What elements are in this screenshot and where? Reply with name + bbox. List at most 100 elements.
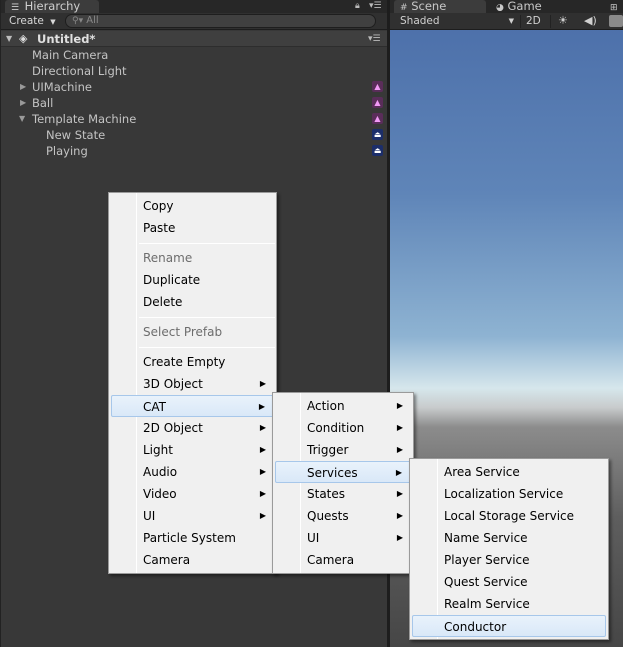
menu-item-duplicate[interactable]: Duplicate (111, 269, 274, 291)
tree-item-label: UIMachine (32, 80, 92, 94)
menu-item-label: Conductor (444, 620, 507, 634)
tab-hierarchy-label: Hierarchy (24, 0, 81, 13)
hierarchy-search-input[interactable]: ⚲▾ All (65, 14, 376, 28)
menu-item-quest-service[interactable]: Quest Service (412, 571, 606, 593)
menu-item-label: Action (307, 399, 345, 413)
effects-toggle-icon[interactable] (609, 15, 623, 27)
submenu-arrow-icon: ▶ (396, 489, 403, 498)
shading-mode-dropdown[interactable]: Shaded ▼ (400, 13, 516, 29)
menu-item-localization-service[interactable]: Localization Service (412, 483, 606, 505)
submenu-arrow-icon: ▶ (396, 445, 403, 454)
create-dropdown-button[interactable]: Create ▼ (9, 14, 59, 29)
menu-item-ui[interactable]: UI ▶ (275, 527, 411, 549)
menu-item-paste[interactable]: Paste (111, 217, 274, 239)
menu-item-label: Delete (143, 295, 183, 309)
menu-item-audio[interactable]: Audio ▶ (111, 461, 274, 483)
submenu-arrow-icon: ▶ (396, 423, 403, 432)
menu-item-ui[interactable]: UI ▶ (111, 505, 274, 527)
menu-item-player-service[interactable]: Player Service (412, 549, 606, 571)
menu-item-name-service[interactable]: Name Service (412, 527, 606, 549)
menu-item-video[interactable]: Video ▶ (111, 483, 274, 505)
dropdown-arrow-icon: ▼ (50, 18, 56, 26)
expanded-arrow-icon[interactable]: ▼ (19, 111, 25, 127)
state-machine-icon: ▲ (372, 81, 383, 92)
toggle-2d-label: 2D (526, 15, 541, 27)
menu-item-label: Light (143, 443, 173, 457)
panel-menu-icon[interactable]: ▾☰ (369, 0, 382, 12)
menu-item-quests[interactable]: Quests ▶ (275, 505, 411, 527)
menu-item-3d-object[interactable]: 3D Object ▶ (111, 373, 274, 395)
toggle-2d-button[interactable]: 2D (526, 13, 546, 29)
menu-item-create-empty[interactable]: Create Empty (111, 351, 274, 373)
state-icon: ⏏ (372, 145, 383, 156)
menu-item-conductor[interactable]: Conductor (412, 615, 606, 637)
menu-item-label: Quest Service (444, 575, 528, 589)
menu-item-label: Area Service (444, 465, 520, 479)
lighting-toggle-icon[interactable]: ☀ (558, 13, 568, 29)
menu-item-camera[interactable]: Camera (275, 549, 411, 571)
menu-item-label: Paste (143, 221, 176, 235)
tree-item-label: Template Machine (32, 112, 137, 126)
submenu-arrow-icon: ▶ (259, 511, 266, 520)
menu-item-label: Local Storage Service (444, 509, 575, 523)
menu-item-delete[interactable]: Delete (111, 291, 274, 313)
expand-arrow-icon[interactable]: ▼ (6, 31, 12, 47)
search-icon: ⚲▾ (72, 16, 84, 26)
tree-item-template-machine[interactable]: Template Machine (32, 111, 136, 127)
menu-item-label: Condition (307, 421, 365, 435)
menu-item-light[interactable]: Light ▶ (111, 439, 274, 461)
submenu-arrow-icon: ▶ (396, 511, 403, 520)
hierarchy-context-menu: Copy Paste Rename Duplicate Delete Selec… (108, 192, 277, 574)
submenu-arrow-icon: ▶ (259, 489, 266, 498)
dropdown-arrow-icon: ▼ (508, 17, 514, 25)
menu-item-services[interactable]: Services ▶ (275, 461, 411, 483)
menu-item-particle-system[interactable]: Particle System (111, 527, 274, 549)
tree-item-uimachine[interactable]: UIMachine (32, 79, 92, 95)
state-machine-icon: ▲ (372, 113, 383, 124)
cat-submenu: Action ▶ Condition ▶ Trigger ▶ Services ▶ St… (272, 392, 414, 574)
menu-item-realm-service[interactable]: Realm Service (412, 593, 606, 615)
menu-item-copy[interactable]: Copy (111, 195, 274, 217)
tree-item-new-state[interactable]: New State (46, 127, 105, 143)
tab-scene[interactable]: # Scene (394, 0, 486, 13)
unity-scene-icon: ◈ (19, 32, 28, 45)
menu-item-trigger[interactable]: Trigger ▶ (275, 439, 411, 461)
menu-item-label: Quests (307, 509, 349, 523)
menu-item-label: Duplicate (143, 273, 201, 287)
collapsed-arrow-icon[interactable]: ▶ (20, 95, 26, 111)
lock-icon[interactable]: 🔒︎ (355, 0, 360, 12)
tree-item-playing[interactable]: Playing (46, 143, 88, 159)
menu-item-label: 2D Object (143, 421, 203, 435)
menu-item-select-prefab: Select Prefab (111, 321, 274, 343)
menu-item-area-service[interactable]: Area Service (412, 461, 606, 483)
menu-item-2d-object[interactable]: 2D Object ▶ (111, 417, 274, 439)
scene-toolbar: Shaded ▼ 2D ☀ ◀) (390, 13, 623, 30)
menu-item-states[interactable]: States ▶ (275, 483, 411, 505)
collapsed-arrow-icon[interactable]: ▶ (20, 79, 26, 95)
tree-item-ball[interactable]: Ball (32, 95, 53, 111)
tree-item-main-camera[interactable]: Main Camera (32, 47, 108, 63)
menu-item-local-storage-service[interactable]: Local Storage Service (412, 505, 606, 527)
scene-options-icon[interactable]: ▾☰ (368, 31, 381, 47)
toolbar-separator (520, 15, 521, 28)
scene-name: Untitled* (37, 32, 96, 46)
submenu-arrow-icon: ▶ (259, 445, 266, 454)
tab-asset-store[interactable]: ⊞ As (604, 0, 623, 26)
menu-item-label: Trigger (307, 443, 349, 457)
menu-item-camera[interactable]: Camera (111, 549, 274, 571)
menu-item-label: Services (307, 466, 358, 480)
audio-toggle-icon[interactable]: ◀) (584, 13, 597, 29)
tree-item-label: Main Camera (32, 48, 109, 62)
tab-game[interactable]: ◕ Game (490, 0, 578, 13)
tree-item-directional-light[interactable]: Directional Light (32, 63, 127, 79)
tab-hierarchy[interactable]: ☰ Hierarchy (5, 0, 99, 13)
toolbar-separator (550, 15, 551, 28)
menu-item-label: Localization Service (444, 487, 564, 501)
menu-item-cat[interactable]: CAT ▶ (111, 395, 274, 417)
scene-root-row[interactable]: ▼ ◈ Untitled* ▾☰ (1, 31, 388, 47)
menu-item-label: UI (143, 509, 156, 523)
menu-item-action[interactable]: Action ▶ (275, 395, 411, 417)
menu-item-condition[interactable]: Condition ▶ (275, 417, 411, 439)
store-icon: ⊞ (610, 3, 618, 13)
create-label: Create (9, 15, 44, 27)
